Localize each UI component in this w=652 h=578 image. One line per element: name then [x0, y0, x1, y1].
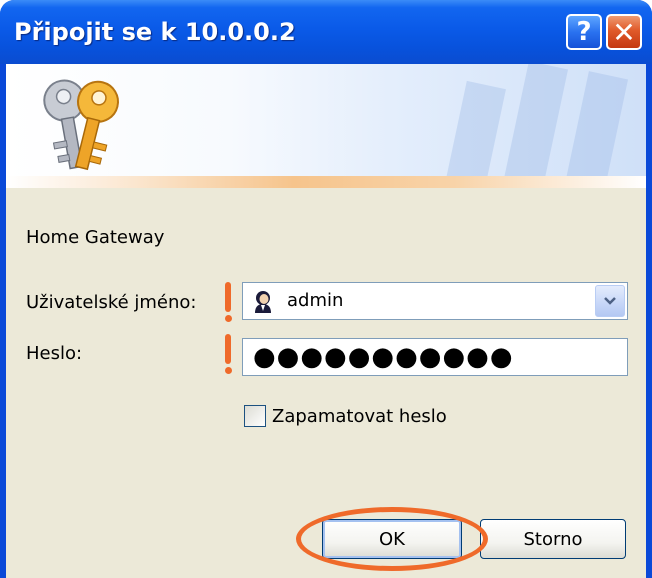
user-icon [255, 291, 271, 313]
chevron-down-icon [604, 297, 616, 305]
username-value[interactable]: admin [287, 290, 343, 311]
required-mark-username [224, 282, 232, 322]
remember-password-option[interactable]: Zapamatovat heslo [244, 402, 447, 430]
dialog-window: Připojit se k 10.0.0.2 ? ✕ Home Gateway … [0, 0, 652, 578]
remember-password-label[interactable]: Zapamatovat heslo [272, 406, 447, 427]
username-combobox[interactable]: admin [242, 282, 628, 320]
ok-button[interactable]: OK [322, 519, 462, 559]
help-icon: ? [576, 17, 592, 47]
remember-password-checkbox[interactable] [244, 405, 266, 427]
dialog-title: Připojit se k 10.0.0.2 [14, 18, 296, 46]
username-dropdown-button[interactable] [595, 285, 625, 317]
close-button[interactable]: ✕ [606, 14, 642, 50]
server-name: Home Gateway [26, 227, 165, 248]
required-mark-password [224, 334, 232, 374]
password-label: Heslo: [26, 343, 83, 364]
password-field[interactable]: ●●●●●●●●●●● [242, 338, 628, 376]
cancel-button[interactable]: Storno [480, 519, 626, 559]
banner-glow [6, 176, 646, 188]
title-bar[interactable]: Připojit se k 10.0.0.2 ? ✕ [0, 0, 652, 64]
password-value[interactable]: ●●●●●●●●●●● [253, 343, 514, 371]
close-icon: ✕ [612, 15, 636, 49]
help-button[interactable]: ? [566, 14, 602, 50]
username-label: Uživatelské jméno: [26, 292, 197, 313]
keys-watermark-icon [443, 64, 629, 188]
keys-icon [43, 79, 119, 171]
dialog-body: Home Gateway Uživatelské jméno: admin He… [6, 64, 646, 578]
banner [6, 64, 646, 188]
